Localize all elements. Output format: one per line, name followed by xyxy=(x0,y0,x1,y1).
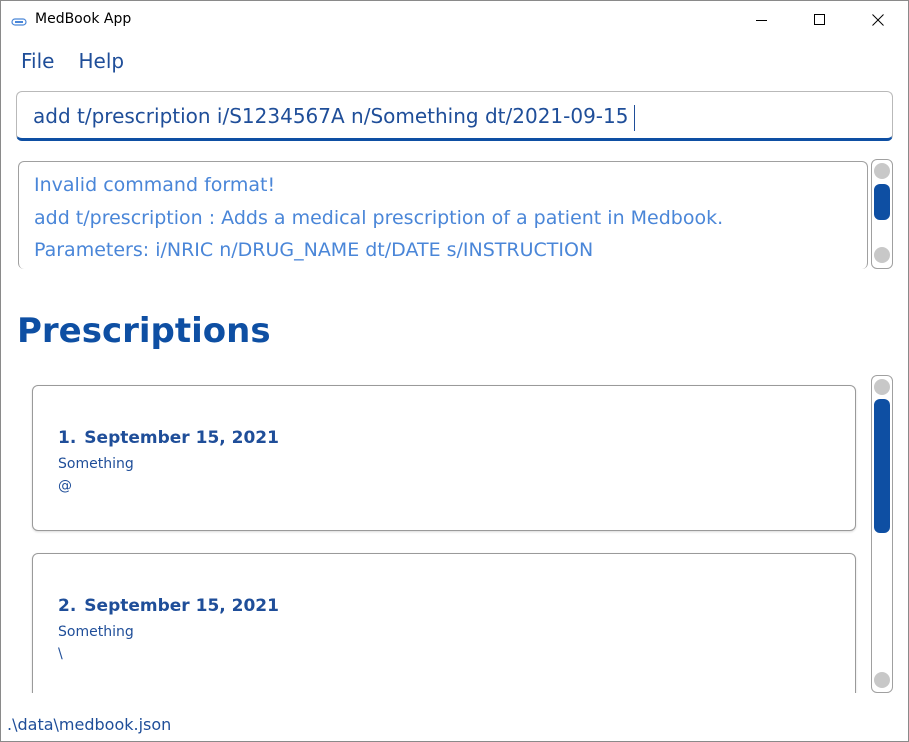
scroll-up-button[interactable] xyxy=(874,379,890,395)
command-input-value: add t/prescription i/S1234567A n/Somethi… xyxy=(33,104,629,128)
prescription-drug: Something xyxy=(58,624,134,640)
result-scrollbar[interactable] xyxy=(871,159,893,269)
app-logo-icon xyxy=(11,13,27,26)
command-input[interactable]: add t/prescription i/S1234567A n/Somethi… xyxy=(16,91,893,141)
result-display[interactable]: Invalid command format! add t/prescripti… xyxy=(18,161,868,269)
prescription-list: 1. September 15, 2021 Something @ 2. Septe… xyxy=(1,373,908,693)
prescription-instruction: @ xyxy=(58,478,72,494)
minimize-icon xyxy=(756,20,767,21)
prescription-drug: Something xyxy=(58,456,134,472)
menu-help[interactable]: Help xyxy=(78,47,124,75)
result-scroll-thumb[interactable] xyxy=(874,184,890,220)
window-title: MedBook App xyxy=(35,11,132,27)
status-bar-path: .\data\medbook.json xyxy=(7,715,172,734)
list-scroll-thumb[interactable] xyxy=(874,399,890,533)
text-caret xyxy=(634,104,636,131)
app-window: MedBook App File Help add t/prescription… xyxy=(0,0,909,742)
scroll-down-button[interactable] xyxy=(874,672,890,688)
result-parameters-line: Parameters: i/NRIC n/DRUG_NAME dt/DATE s… xyxy=(34,239,594,261)
page-title: Prescriptions xyxy=(17,311,271,351)
prescription-date: September 15, 2021 xyxy=(84,596,279,616)
prescription-instruction: \ xyxy=(58,646,63,662)
prescription-card[interactable]: 1. September 15, 2021 Something @ xyxy=(32,385,856,531)
scroll-down-button[interactable] xyxy=(874,247,890,263)
close-icon xyxy=(872,14,884,26)
menu-bar: File Help xyxy=(1,43,124,79)
prescription-card[interactable]: 2. September 15, 2021 Something \ xyxy=(32,553,856,693)
prescription-index: 1. xyxy=(58,428,77,448)
minimize-button[interactable] xyxy=(739,1,785,39)
maximize-button[interactable] xyxy=(797,1,843,39)
title-bar: MedBook App xyxy=(1,1,908,39)
menu-file[interactable]: File xyxy=(21,47,54,75)
result-usage-line: add t/prescription : Adds a medical pres… xyxy=(34,207,724,229)
prescription-date: September 15, 2021 xyxy=(84,428,279,448)
result-error-line: Invalid command format! xyxy=(34,174,276,196)
list-scrollbar[interactable] xyxy=(871,375,893,693)
prescription-index: 2. xyxy=(58,596,77,616)
maximize-icon xyxy=(814,14,825,25)
close-button[interactable] xyxy=(855,1,901,39)
scroll-up-button[interactable] xyxy=(874,163,890,179)
